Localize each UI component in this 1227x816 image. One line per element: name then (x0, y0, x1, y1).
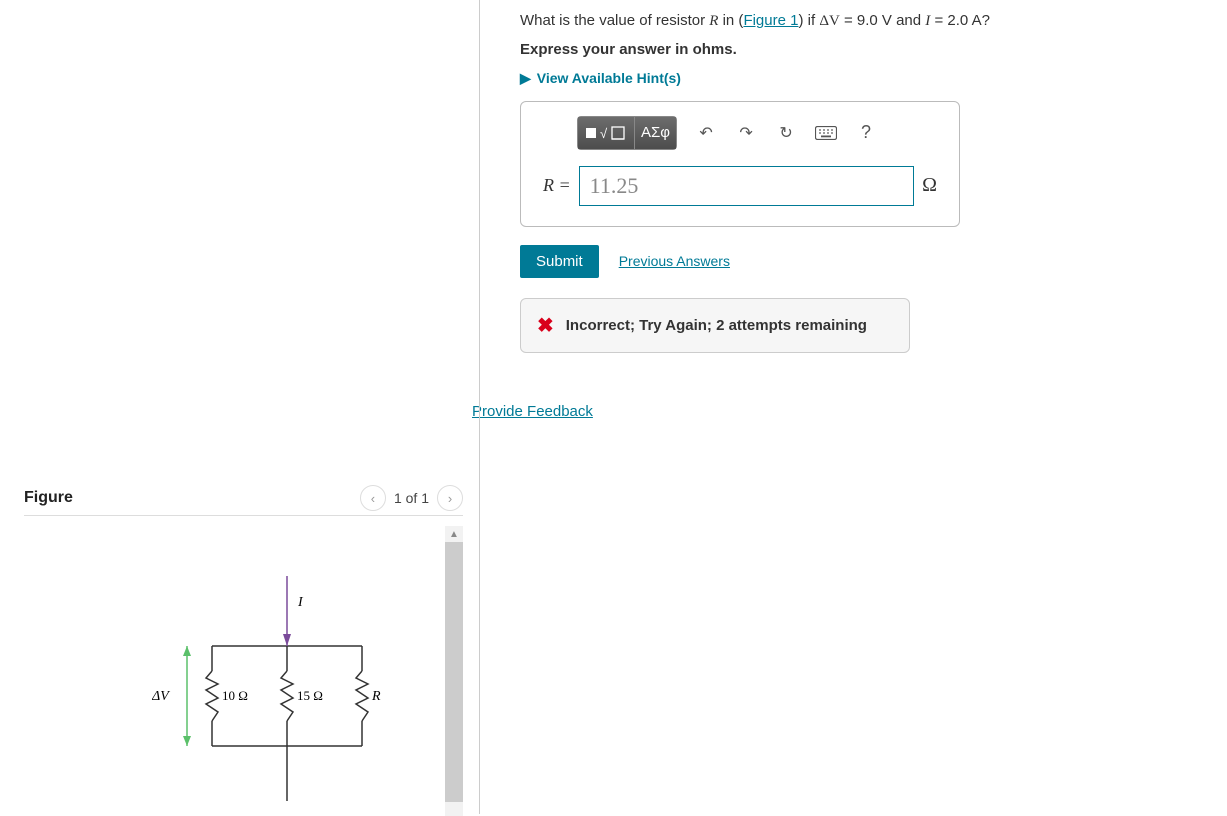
reset-button[interactable]: ↻ (769, 116, 803, 150)
figure-area: ▲ (24, 526, 463, 816)
question-text: What is the value of resistor R in (Figu… (520, 10, 1187, 33)
equation-toolbar: √ ΑΣφ ↶ ↷ ↻ ? (577, 116, 943, 150)
svg-text:R: R (371, 689, 381, 704)
previous-answers-link[interactable]: Previous Answers (619, 253, 730, 269)
help-button[interactable]: ? (849, 116, 883, 150)
figure-pager-label: 1 of 1 (394, 490, 429, 506)
feedback-box: ✖ Incorrect; Try Again; 2 attempts remai… (520, 298, 910, 353)
keyboard-button[interactable] (809, 116, 843, 150)
view-hints-label: View Available Hint(s) (537, 70, 681, 86)
figure-title: Figure (24, 489, 73, 507)
provide-feedback-link[interactable]: Provide Feedback (472, 403, 593, 420)
svg-text:15 Ω: 15 Ω (297, 688, 323, 703)
figure-link[interactable]: Figure 1 (743, 12, 798, 29)
undo-button[interactable]: ↶ (689, 116, 723, 150)
templates-button[interactable]: √ (577, 116, 635, 150)
feedback-text: Incorrect; Try Again; 2 attempts remaini… (566, 317, 867, 334)
scroll-thumb[interactable] (445, 542, 463, 802)
answer-box: √ ΑΣφ ↶ ↷ ↻ ? R = Ω (520, 101, 960, 227)
figure-prev-button[interactable]: ‹ (360, 485, 386, 511)
scroll-up-icon: ▲ (445, 526, 463, 542)
svg-text:10 Ω: 10 Ω (222, 688, 248, 703)
figure-panel: Figure ‹ 1 of 1 › ▲ (0, 0, 480, 814)
svg-text:√: √ (600, 126, 608, 141)
answer-prefix: R = (543, 175, 571, 196)
submit-button[interactable]: Submit (520, 245, 599, 278)
svg-text:I: I (297, 595, 304, 610)
figure-pager: ‹ 1 of 1 › (360, 485, 463, 511)
incorrect-icon: ✖ (537, 313, 554, 338)
redo-button[interactable]: ↷ (729, 116, 763, 150)
figure-scrollbar[interactable]: ▲ (445, 526, 463, 816)
express-instruction: Express your answer in ohms. (520, 41, 1187, 58)
circuit-diagram: ΔV I 10 Ω 15 Ω R (152, 566, 412, 806)
greek-button[interactable]: ΑΣφ (635, 116, 677, 150)
svg-text:ΔV: ΔV (152, 689, 170, 704)
figure-next-button[interactable]: › (437, 485, 463, 511)
caret-right-icon: ▶ (520, 70, 531, 87)
view-hints-button[interactable]: ▶ View Available Hint(s) (520, 70, 1187, 87)
question-panel: What is the value of resistor R in (Figu… (480, 0, 1227, 814)
answer-input[interactable] (579, 166, 914, 206)
answer-unit: Ω (922, 174, 937, 197)
